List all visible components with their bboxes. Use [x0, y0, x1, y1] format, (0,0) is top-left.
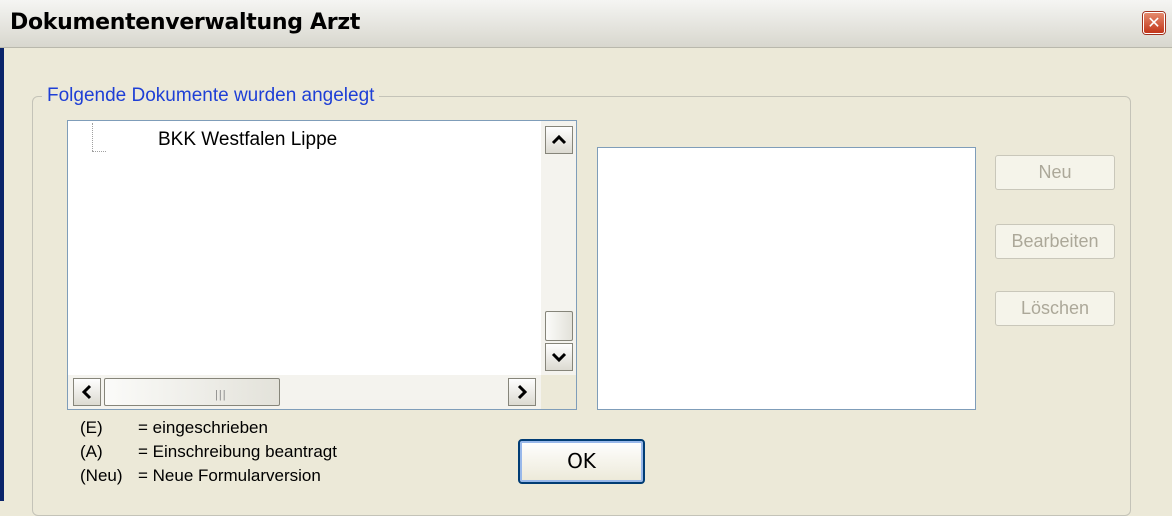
scroll-left-button[interactable] — [73, 378, 101, 406]
tree-connector-line — [92, 151, 106, 152]
legend-text-neu: = Neue Formularversion — [138, 466, 321, 485]
chevron-right-icon — [517, 384, 528, 400]
groupbox-legend: Folgende Dokumente wurden angelegt — [42, 85, 380, 107]
new-button[interactable]: Neu — [995, 155, 1115, 190]
vertical-scroll-thumb[interactable] — [545, 311, 573, 341]
ok-button[interactable]: OK — [518, 439, 645, 484]
window-title: Dokumentenverwaltung Arzt — [10, 10, 361, 35]
horizontal-scrollbar[interactable]: ||| — [68, 375, 576, 409]
legend-text-a: = Einschreibung beantragt — [138, 442, 337, 461]
title-bar: Dokumentenverwaltung Arzt ✕ — [0, 0, 1172, 48]
edit-button[interactable]: Bearbeiten — [995, 224, 1115, 259]
chevron-left-icon — [81, 384, 92, 400]
document-tree[interactable]: BKK Westfalen Lippe ||| — [67, 120, 577, 410]
legend-key-a: (A) — [80, 442, 103, 461]
vertical-scrollbar[interactable] — [541, 121, 576, 375]
tree-connector-line — [92, 123, 93, 151]
scroll-grip-icon: ||| — [215, 389, 227, 401]
tree-item-bkk-westfalen-lippe[interactable]: BKK Westfalen Lippe — [158, 129, 337, 151]
scroll-right-button[interactable] — [508, 378, 536, 406]
document-detail-list[interactable] — [597, 147, 976, 410]
delete-button[interactable]: Löschen — [995, 291, 1115, 326]
legend-text-e: = eingeschrieben — [138, 418, 268, 437]
legend-key-neu: (Neu) — [80, 466, 123, 485]
scroll-up-button[interactable] — [545, 126, 573, 154]
chevron-down-icon — [551, 352, 567, 363]
scroll-down-button[interactable] — [545, 343, 573, 371]
legend-key-e: (E) — [80, 418, 103, 437]
scrollbar-corner — [541, 375, 576, 409]
close-button[interactable]: ✕ — [1143, 12, 1165, 34]
close-icon: ✕ — [1147, 13, 1161, 32]
horizontal-scroll-thumb[interactable]: ||| — [104, 378, 280, 406]
window-left-edge — [0, 0, 4, 501]
chevron-up-icon — [551, 134, 567, 145]
